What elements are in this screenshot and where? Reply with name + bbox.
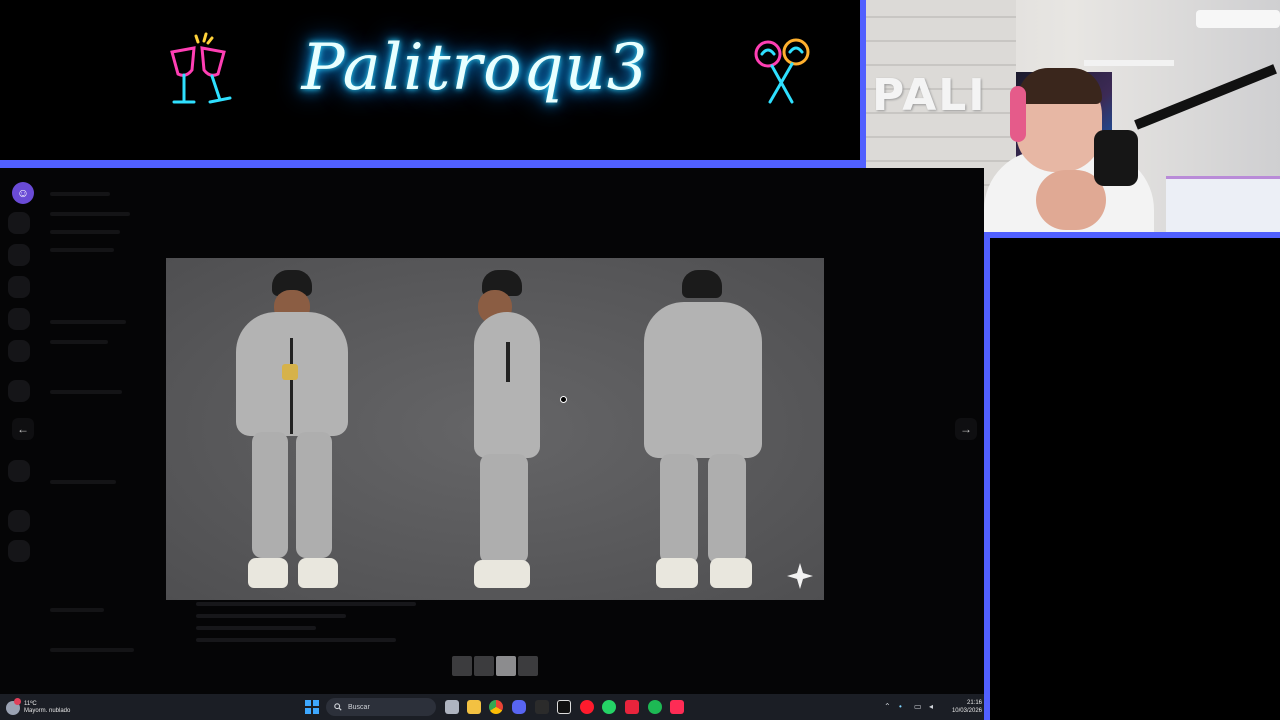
streamer-hair	[1018, 68, 1102, 104]
mouse-cursor	[560, 396, 567, 403]
network-icon[interactable]: ▭	[914, 703, 922, 711]
user-avatar[interactable]: ☺	[12, 182, 34, 204]
message-line	[196, 626, 316, 630]
discord-icon[interactable]	[512, 700, 526, 714]
weather-text: 11ºC Mayorm. nublado	[24, 701, 70, 715]
clock-time: 21:16	[966, 700, 982, 706]
weather-widget[interactable]: 11ºC Mayorm. nublado	[6, 697, 70, 719]
windows-start-icon[interactable]	[305, 700, 319, 714]
cheers-icon	[170, 32, 232, 104]
notification-badge	[14, 698, 21, 705]
headset-icon	[1010, 86, 1026, 142]
thumbnail[interactable]	[452, 656, 472, 676]
character-back	[638, 268, 768, 598]
empty-overlay-area	[990, 238, 1280, 720]
thumbnail-selected[interactable]	[496, 656, 516, 676]
thumbnail[interactable]	[474, 656, 494, 676]
channel-item[interactable]	[50, 648, 134, 652]
arrow-left-icon: ←	[17, 422, 29, 436]
server-icon[interactable]	[8, 212, 30, 234]
air-conditioner	[1196, 10, 1280, 28]
capcut-icon[interactable]	[557, 700, 571, 714]
channel-item[interactable]	[50, 212, 130, 216]
microphone-tray-icon[interactable]: •	[899, 703, 907, 711]
search-icon	[334, 703, 342, 711]
weather-temp: 11ºC	[24, 701, 37, 707]
taskbar-clock[interactable]: 21:16 10/03/2026	[944, 699, 982, 715]
arrow-right-icon: →	[960, 422, 972, 436]
chevron-up-icon[interactable]: ⌃	[884, 703, 892, 711]
mic-arm	[1134, 64, 1277, 130]
channel-item[interactable]	[50, 608, 104, 612]
chrome-icon[interactable]	[489, 700, 503, 714]
channel-list	[40, 180, 156, 680]
server-icon[interactable]	[8, 340, 30, 362]
spotify-icon[interactable]	[648, 700, 662, 714]
system-tray: ⌃ • ▭ ◂	[884, 698, 937, 716]
character-side	[466, 268, 556, 598]
channel-logo: Palitroqu3	[301, 31, 649, 105]
taskbar-search[interactable]: Buscar	[326, 698, 436, 716]
stream-banner: Palitroqu3	[0, 0, 862, 160]
server-icon[interactable]	[8, 540, 30, 562]
bed	[1166, 176, 1280, 232]
next-image-button[interactable]: →	[955, 418, 977, 440]
message-line	[196, 614, 346, 618]
whatsapp-icon[interactable]	[602, 700, 616, 714]
channel-item[interactable]	[50, 192, 110, 196]
microphone-icon	[1094, 130, 1138, 186]
message-list-dimmed	[196, 600, 436, 650]
server-icon[interactable]	[8, 308, 30, 330]
thumbnail[interactable]	[518, 656, 538, 676]
terminal-icon[interactable]	[535, 700, 549, 714]
sparkle-icon	[787, 563, 813, 589]
shelf	[1084, 60, 1174, 66]
message-line	[196, 602, 416, 606]
channel-item[interactable]	[50, 390, 122, 394]
thumbnail-strip	[452, 656, 538, 676]
lollipop-icon	[754, 38, 810, 104]
server-icon[interactable]	[8, 244, 30, 266]
weather-condition: Mayorm. nublado	[24, 708, 71, 714]
lightbox-image[interactable]	[166, 258, 824, 600]
channel-item[interactable]	[50, 248, 114, 252]
weather-icon	[6, 698, 21, 715]
channel-item[interactable]	[50, 320, 126, 324]
clock-date: 10/03/2026	[951, 708, 982, 714]
character-front	[228, 268, 354, 598]
volume-icon[interactable]: ◂	[929, 703, 937, 711]
wall-sign: PALI	[872, 70, 987, 121]
message-line	[196, 638, 396, 642]
channel-item[interactable]	[50, 480, 116, 484]
channel-item[interactable]	[50, 340, 108, 344]
overlay-frame	[0, 160, 866, 168]
server-icon[interactable]	[8, 276, 30, 298]
server-icon[interactable]	[8, 510, 30, 532]
server-icon[interactable]	[8, 380, 30, 402]
tiktok-icon[interactable]	[670, 700, 684, 714]
acrobat-icon[interactable]	[625, 700, 639, 714]
search-placeholder: Buscar	[348, 703, 370, 711]
task-view-icon[interactable]	[445, 700, 459, 714]
file-explorer-icon[interactable]	[467, 700, 481, 714]
channel-item[interactable]	[50, 230, 120, 234]
previous-image-button[interactable]: ←	[12, 418, 34, 440]
opera-icon[interactable]	[580, 700, 594, 714]
server-icon[interactable]	[8, 460, 30, 482]
